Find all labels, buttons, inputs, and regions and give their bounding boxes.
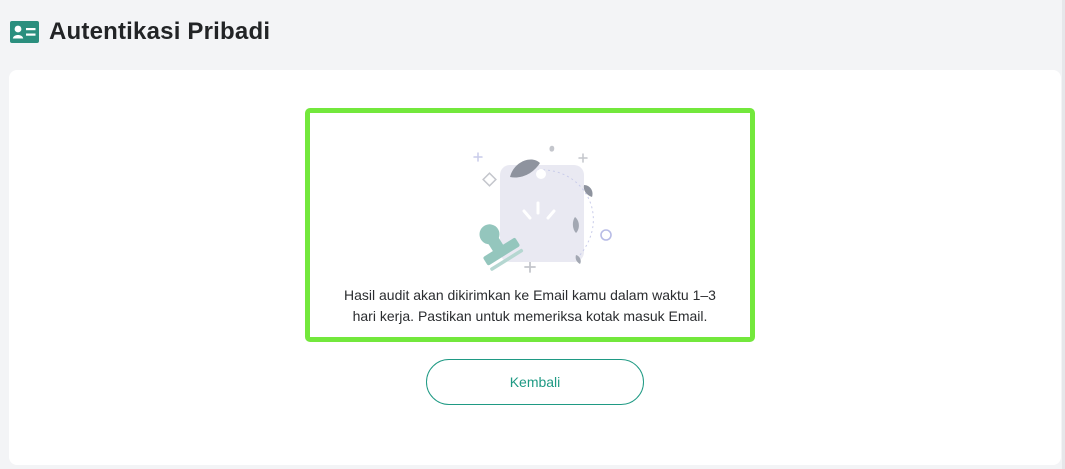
content-card: Hasil audit akan dikirimkan ke Email kam… bbox=[9, 70, 1061, 465]
stamp-document-illustration bbox=[462, 125, 622, 275]
id-card-icon bbox=[10, 21, 39, 43]
back-button[interactable]: Kembali bbox=[426, 359, 644, 405]
page-title: Autentikasi Pribadi bbox=[49, 18, 271, 45]
notice-box: Hasil audit akan dikirimkan ke Email kam… bbox=[305, 108, 755, 342]
message-line-2: hari kerja. Pastikan untuk memeriksa kot… bbox=[352, 308, 708, 324]
page-header: Autentikasi Pribadi bbox=[10, 14, 270, 50]
message-line-1: Hasil audit akan dikirimkan ke Email kam… bbox=[344, 287, 716, 303]
audit-notice-message: Hasil audit akan dikirimkan ke Email kam… bbox=[320, 285, 740, 327]
